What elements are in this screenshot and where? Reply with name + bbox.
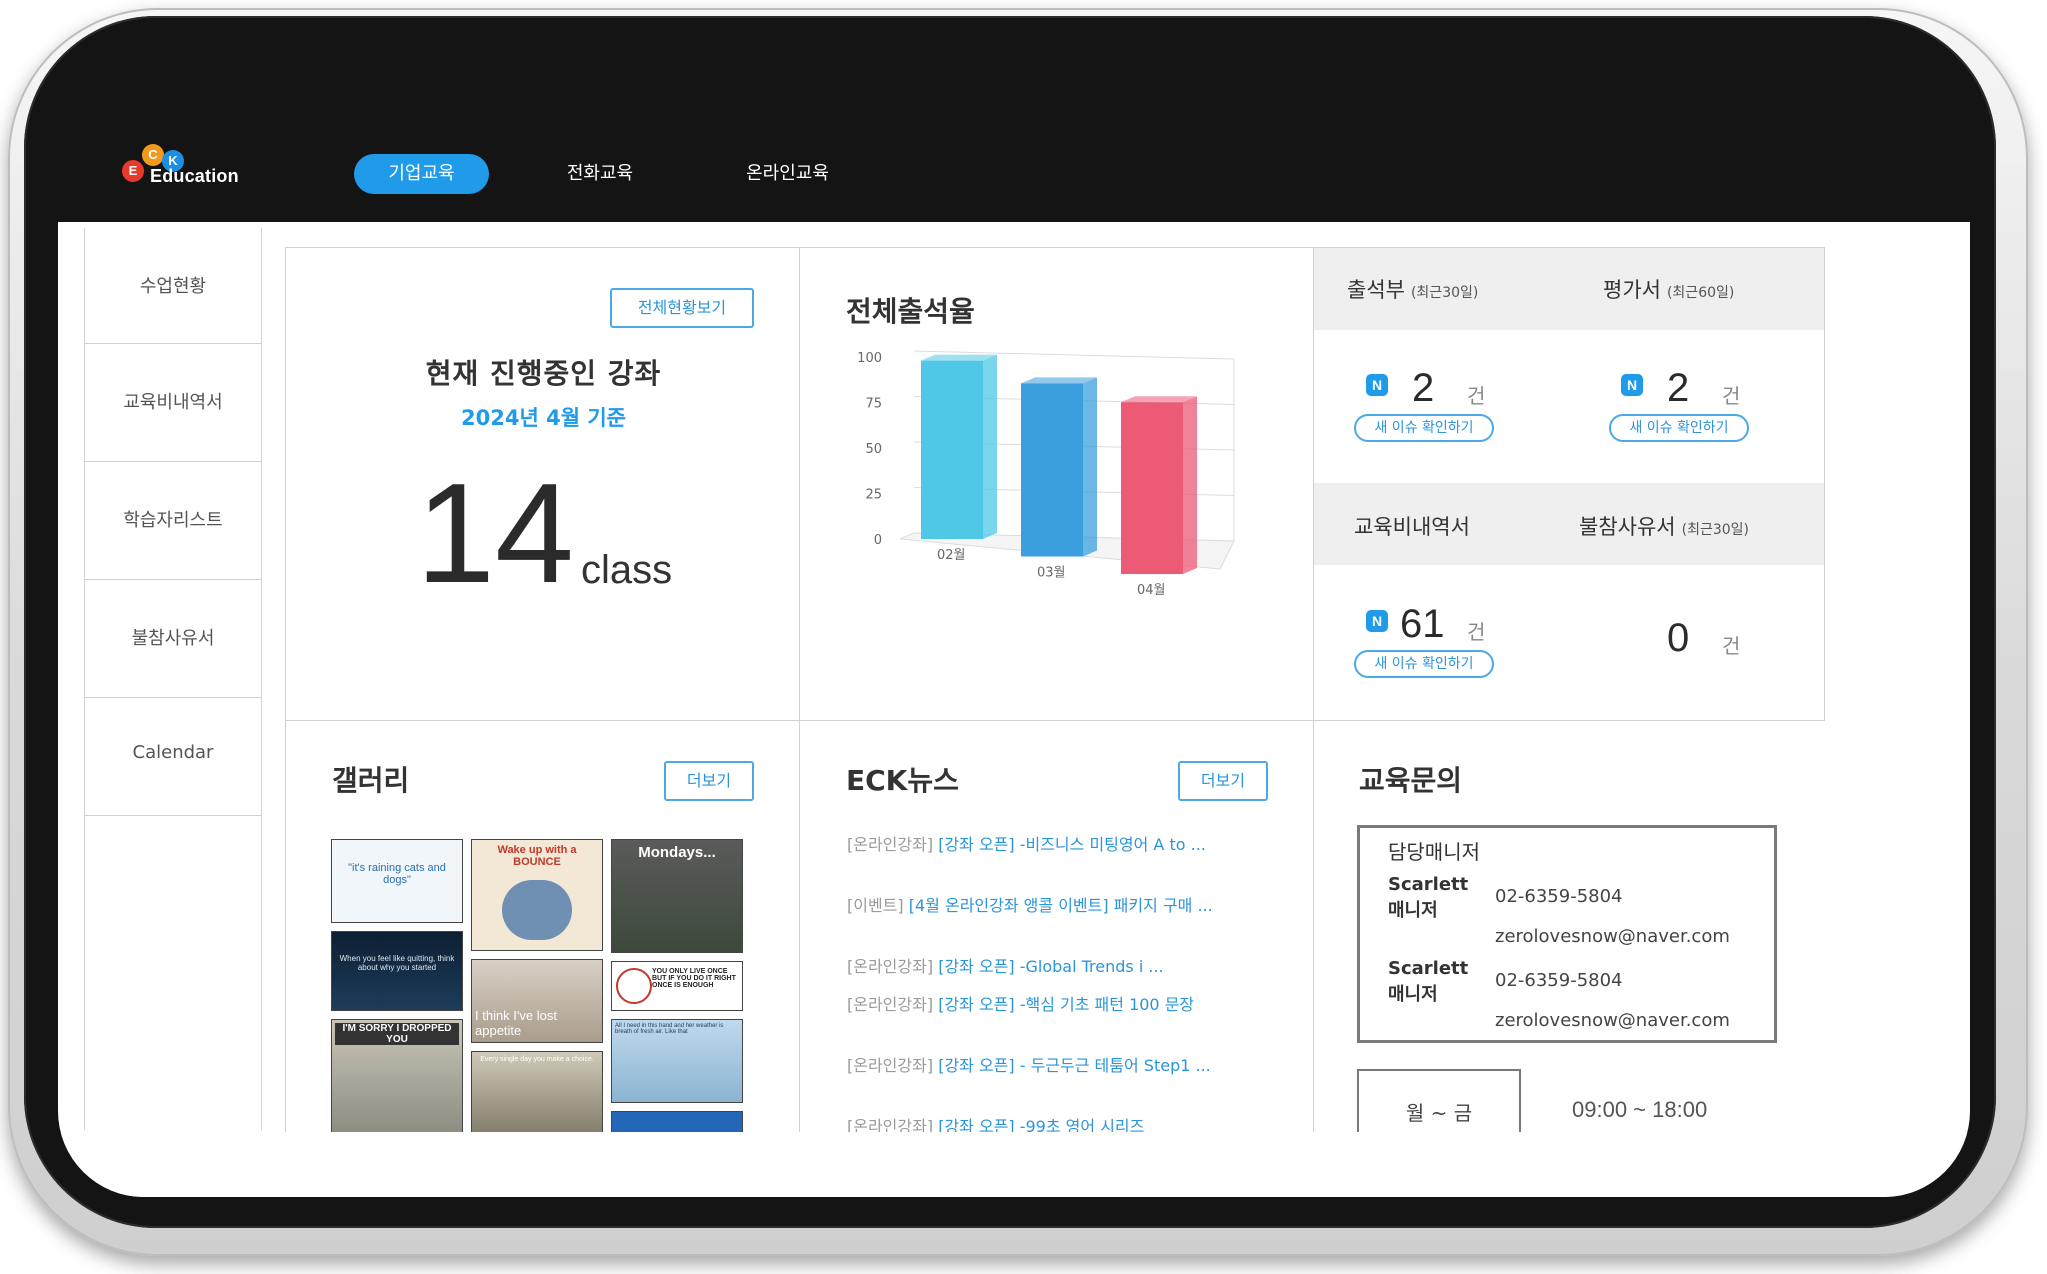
bar xyxy=(1121,402,1183,574)
gallery-thumb[interactable]: Wake up with a BOUNCE xyxy=(471,839,603,951)
absence-unit: 건 xyxy=(1722,634,1741,658)
new-badge-icon: N xyxy=(1366,374,1388,396)
eck-education-logo[interactable]: E C K Education xyxy=(118,138,248,194)
attendance-book-label: 출석부 (최근30일) xyxy=(1347,278,1479,302)
evaluation-label: 평가서 (최근60일) xyxy=(1603,278,1735,302)
bar-side xyxy=(983,354,997,539)
y-tick-label: 75 xyxy=(865,397,882,412)
gallery-panel: 갤러리 더보기 "it's raining cats and dogs" Wak… xyxy=(285,720,800,1141)
tab-online-education[interactable]: 온라인교육 xyxy=(720,154,855,194)
bar-side xyxy=(1083,377,1097,557)
y-tick-label: 50 xyxy=(865,442,882,457)
evaluation-count: 2 xyxy=(1667,366,1690,410)
manager-name: Scarlett 매니저 xyxy=(1388,874,1469,921)
attendance-book-new-issue-button[interactable]: 새 이슈 확인하기 xyxy=(1354,414,1494,442)
news-panel: ECK뉴스 더보기 [온라인강좌] [강좌 오픈] -비즈니스 미팅영어 A t… xyxy=(799,720,1314,1140)
tab-phone-education[interactable]: 전화교육 xyxy=(540,154,660,194)
new-badge-icon: N xyxy=(1366,610,1388,632)
attendance-bar-chart: 100 75 50 25 0 02월 03월 04월 xyxy=(857,350,1235,598)
gallery-thumb[interactable]: I think I've lost appetite xyxy=(471,959,603,1043)
stamp-icon xyxy=(616,968,652,1004)
app-screen: 수업현황 교육비내역서 학습자리스트 불참사유서 Calendar 전체현황보기… xyxy=(58,222,1970,1197)
manager-email[interactable]: zerolovesnow@naver.com xyxy=(1495,926,1730,947)
course-count: 14 xyxy=(416,454,574,613)
inquiry-title: 교육문의 xyxy=(1359,764,1463,797)
current-courses-panel: 전체현황보기 현재 진행중인 강좌 2024년 4월 기준 14 class xyxy=(285,247,800,721)
new-badge-icon: N xyxy=(1621,374,1643,396)
x-tick-label: 04월 xyxy=(1137,583,1166,598)
business-hours: 09:00 ~ 18:00 xyxy=(1572,1097,1708,1122)
absence-count: 0 xyxy=(1667,616,1690,660)
screen-bottom-edge xyxy=(58,1132,1970,1197)
inquiry-panel: 교육문의 담당매니저 Scarlett 매니저 02-6359-5804 zer… xyxy=(1313,720,1825,1140)
x-tick-label: 03월 xyxy=(1037,566,1066,581)
gallery-thumb[interactable]: Mondays... xyxy=(611,839,743,953)
news-item[interactable]: [온라인강좌] [강좌 오픈] - 두근두근 테툼어 Step1 ... xyxy=(847,1054,1227,1078)
absence-label: 불참사유서 (최근30일) xyxy=(1579,515,1749,539)
manager-phone[interactable]: 02-6359-5804 xyxy=(1495,886,1623,907)
x-tick-label: 02월 xyxy=(937,548,966,563)
manager-name: Scarlett 매니저 xyxy=(1388,958,1469,1005)
sidebar-item-learner-list[interactable]: 학습자리스트 xyxy=(85,462,261,580)
news-item[interactable]: [온라인강좌] [강좌 오픈] -핵심 기초 패턴 100 문장 xyxy=(847,993,1227,1017)
y-tick-label: 100 xyxy=(857,351,882,366)
manager-phone[interactable]: 02-6359-5804 xyxy=(1495,970,1623,991)
logo-ball-c: C xyxy=(142,144,164,166)
attendance-chart-title: 전체출석율 xyxy=(846,295,975,328)
gallery-title: 갤러리 xyxy=(332,764,410,797)
gallery-thumb[interactable]: YOU ONLY LIVE ONCE BUT IF YOU DO IT RIGH… xyxy=(611,961,743,1011)
bar-side xyxy=(1183,396,1197,574)
news-item[interactable]: [이벤트] [4월 온라인강좌 앵콜 이벤트] 패키지 구매 ... xyxy=(847,894,1227,918)
current-courses-date: 2024년 4월 기준 xyxy=(461,406,626,430)
gallery-thumb[interactable]: All I need in this hand and her weather … xyxy=(611,1019,743,1103)
stats-panel: 출석부 (최근30일) 평가서 (최근60일) N 2 건 새 이슈 확인하기 N … xyxy=(1313,247,1825,721)
gallery-more-button[interactable]: 더보기 xyxy=(664,761,754,801)
fee-statement-unit: 건 xyxy=(1467,620,1486,644)
attendance-book-count: 2 xyxy=(1412,366,1435,410)
attendance-panel: 전체출석율 100 75 50 25 0 02월 03월 04월 xyxy=(799,247,1314,721)
news-item[interactable]: [온라인강좌] [강좌 오픈] -비즈니스 미팅영어 A to ... xyxy=(847,833,1227,857)
gallery-thumb[interactable]: "it's raining cats and dogs" xyxy=(331,839,463,923)
news-title: ECK뉴스 xyxy=(846,764,959,797)
sidebar: 수업현황 교육비내역서 학습자리스트 불참사유서 Calendar xyxy=(84,228,262,1130)
business-days: 월 ~ 금 xyxy=(1357,1069,1521,1139)
evaluation-new-issue-button[interactable]: 새 이슈 확인하기 xyxy=(1609,414,1749,442)
fee-statement-count: 61 xyxy=(1400,602,1445,646)
evaluation-unit: 건 xyxy=(1722,384,1741,408)
sidebar-item-absence-report[interactable]: 불참사유서 xyxy=(85,580,261,698)
fee-statement-new-issue-button[interactable]: 새 이슈 확인하기 xyxy=(1354,650,1494,678)
gallery-thumb[interactable]: Every single day you make a choice. xyxy=(471,1051,603,1141)
course-count-unit: class xyxy=(581,548,673,592)
gallery-thumb[interactable]: I'M SORRY I DROPPED YOU xyxy=(331,1019,463,1139)
sidebar-item-calendar[interactable]: Calendar xyxy=(85,698,261,816)
sidebar-item-fee-statement[interactable]: 교육비내역서 xyxy=(85,344,261,462)
news-more-button[interactable]: 더보기 xyxy=(1178,761,1268,801)
bar xyxy=(1021,383,1083,557)
manager-email[interactable]: zerolovesnow@naver.com xyxy=(1495,1010,1730,1031)
news-item[interactable]: [온라인강좌] [강좌 오픈] -Global Trends i ... xyxy=(847,955,1227,979)
current-courses-title: 현재 진행중인 강좌 xyxy=(425,357,662,390)
logo-text: Education xyxy=(150,166,239,186)
sidebar-item-class-status[interactable]: 수업현황 xyxy=(85,228,261,344)
y-tick-label: 0 xyxy=(874,533,882,548)
fee-statement-label: 교육비내역서 xyxy=(1354,515,1470,539)
manager-contact-box: 담당매니저 Scarlett 매니저 02-6359-5804 zerolove… xyxy=(1357,825,1777,1043)
bar xyxy=(921,360,983,539)
gallery-thumb[interactable]: When you feel like quitting, think about… xyxy=(331,931,463,1011)
y-tick-label: 25 xyxy=(865,488,882,503)
manager-heading: 담당매니저 xyxy=(1388,840,1480,864)
attendance-book-unit: 건 xyxy=(1467,384,1486,408)
view-all-status-button[interactable]: 전체현황보기 xyxy=(610,288,754,328)
bounce-figure xyxy=(502,880,572,940)
tab-corporate-education[interactable]: 기업교육 xyxy=(354,154,489,194)
logo-ball-e: E xyxy=(122,160,144,182)
